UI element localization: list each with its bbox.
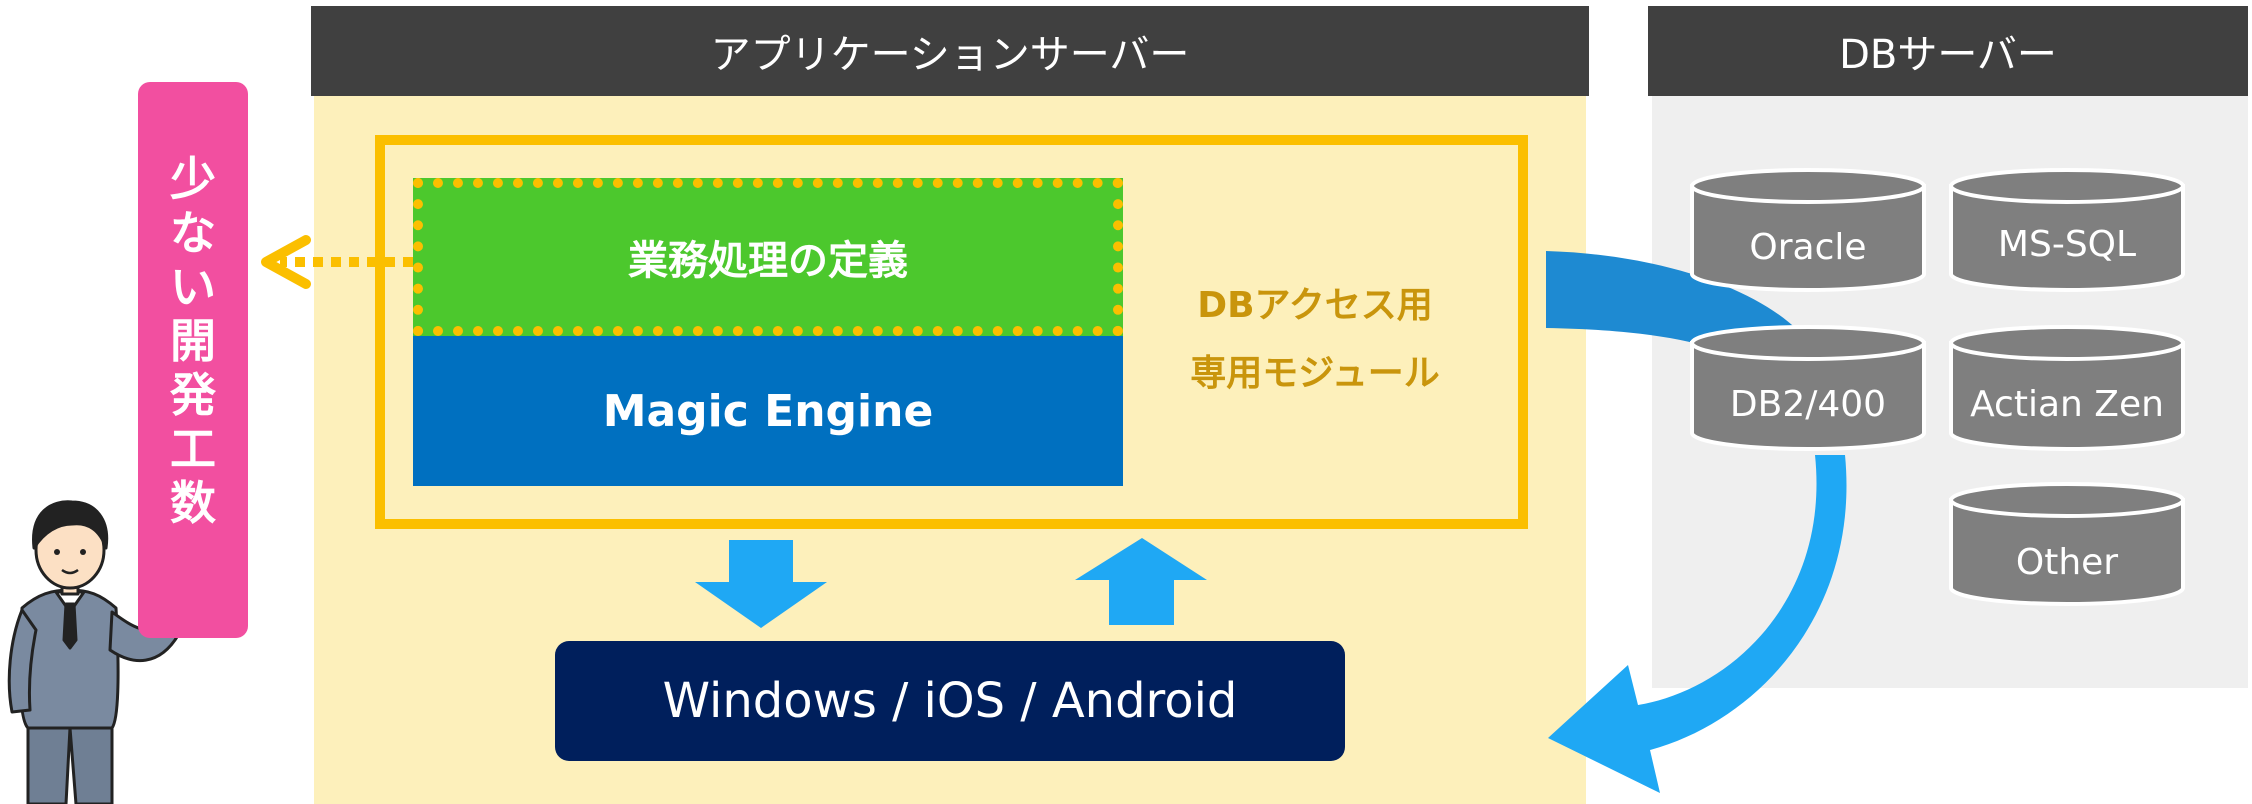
db-label-actian: Actian Zen	[1970, 384, 2164, 425]
callout-char: 工	[170, 422, 216, 476]
db-cylinder-actian: Actian Zen	[1949, 325, 2185, 451]
db-cylinder-other: Other	[1949, 482, 2185, 606]
db-label-oracle: Oracle	[1749, 227, 1866, 268]
callout-char: 少	[170, 152, 216, 206]
less-dev-effort-callout: 少 な い 開 発 工 数	[138, 82, 248, 638]
db-label-db2: DB2/400	[1730, 384, 1886, 425]
callout-char: な	[170, 206, 216, 260]
callout-char: 開	[170, 314, 216, 368]
db-label-mssql: MS-SQL	[1998, 224, 2136, 265]
down-arrow-icon	[695, 540, 827, 628]
db-cylinder-db2: DB2/400	[1690, 325, 1926, 451]
db-cylinder-oracle: Oracle	[1690, 168, 1926, 292]
diagram-graphics: Oracle MS-SQL DB2/400 Actian Zen Other	[7, 168, 2185, 804]
curved-arrow-return-icon	[1548, 455, 1847, 793]
callout-char: 発	[170, 368, 216, 422]
callout-char: 数	[170, 476, 216, 530]
callout-char: い	[170, 260, 216, 314]
db-cylinder-mssql: MS-SQL	[1949, 168, 2185, 292]
db-label-other: Other	[2016, 542, 2118, 583]
up-arrow-icon	[1075, 538, 1207, 625]
